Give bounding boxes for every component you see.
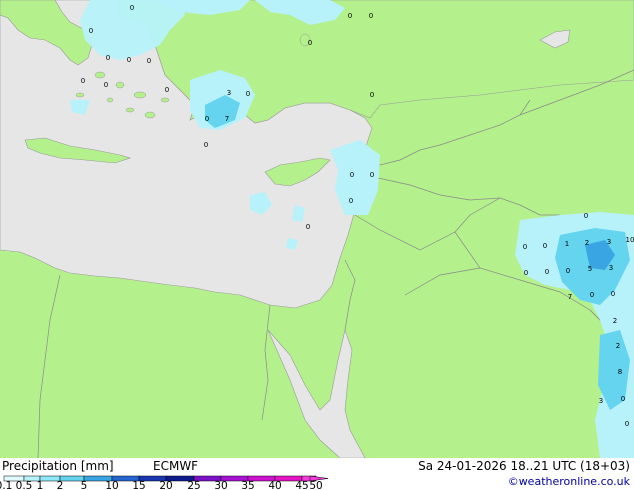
scale-tick-label: 25 xyxy=(187,480,200,490)
map-value: 0 xyxy=(621,395,625,403)
map-value: 0 xyxy=(308,39,312,47)
precip-color-scale: 0.10.5125101520253035404550 xyxy=(0,475,329,490)
map-value: 2 xyxy=(613,317,617,325)
scale-tick-label: 0.5 xyxy=(16,480,33,490)
color-scale-ticks: 0.10.5125101520253035404550 xyxy=(0,480,323,490)
map-value: 0 xyxy=(543,242,547,250)
map-value: 0 xyxy=(370,91,374,99)
map-value: 0 xyxy=(625,420,629,428)
map-value: 3 xyxy=(609,264,613,272)
map-value: 0 xyxy=(370,171,374,179)
model-name: ECMWF xyxy=(153,459,199,473)
map-value: 0 xyxy=(584,212,588,220)
scale-tick-label: 35 xyxy=(241,480,254,490)
map-value: 0 xyxy=(348,12,352,20)
map-value: 10 xyxy=(626,236,634,244)
scale-tick-label: 50 xyxy=(309,480,322,490)
scale-tick-label: 2 xyxy=(57,480,64,490)
map-value: 0 xyxy=(165,86,169,94)
map-value: 8 xyxy=(618,368,622,376)
scale-tick-label: 10 xyxy=(105,480,118,490)
map-value: 3 xyxy=(227,89,231,97)
map-value: 5 xyxy=(588,265,592,273)
scale-tick-label: 1 xyxy=(37,480,44,490)
map-value: 0 xyxy=(590,291,594,299)
map-value: 3 xyxy=(607,238,611,246)
scale-tick-label: 40 xyxy=(268,480,281,490)
map-value: 7 xyxy=(568,293,572,301)
scale-tick-label: 15 xyxy=(132,480,145,490)
map-value: 1 xyxy=(565,240,569,248)
map-value: 0 xyxy=(205,115,209,123)
map-title: Precipitation [mm] xyxy=(2,459,114,473)
map-value: 0 xyxy=(246,90,250,98)
map-value: 0 xyxy=(349,197,353,205)
map-value: 0 xyxy=(127,56,131,64)
map-value: 0 xyxy=(81,77,85,85)
scale-tick-label: 0.1 xyxy=(0,480,12,490)
map-value: 0 xyxy=(89,27,93,35)
map-value: 0 xyxy=(130,4,134,12)
map-value: 0 xyxy=(104,81,108,89)
map-value: 0 xyxy=(204,141,208,149)
precipitation-map[interactable]: 0 0 0 0 0 0 0 0 0 0 0 3 0 0 7 0 0 0 0 0 … xyxy=(0,0,634,458)
forecast-datetime: Sa 24-01-2026 18..21 UTC (18+03) xyxy=(418,459,630,473)
map-value: 2 xyxy=(585,239,589,247)
map-value: 0 xyxy=(369,12,373,20)
map-value: 0 xyxy=(147,57,151,65)
map-footer: Precipitation [mm] ECMWF Sa 24-01-2026 1… xyxy=(0,458,634,490)
map-value: 7 xyxy=(225,115,229,123)
scale-tick-label: 45 xyxy=(295,480,308,490)
map-value: 0 xyxy=(611,290,615,298)
map-value: 0 xyxy=(523,243,527,251)
weather-map-view: 0 0 0 0 0 0 0 0 0 0 0 3 0 0 7 0 0 0 0 0 … xyxy=(0,0,634,490)
map-value: 0 xyxy=(306,223,310,231)
map-value: 0 xyxy=(524,269,528,277)
map-value: 2 xyxy=(616,342,620,350)
map-value: 0 xyxy=(545,268,549,276)
map-value: 0 xyxy=(106,54,110,62)
map-value: 0 xyxy=(350,171,354,179)
site-credit-link[interactable]: ©weatheronline.co.uk xyxy=(508,475,630,488)
scale-tick-label: 30 xyxy=(214,480,227,490)
scale-tick-label: 5 xyxy=(81,480,88,490)
map-value: 0 xyxy=(566,267,570,275)
map-value: 3 xyxy=(599,397,603,405)
scale-tick-label: 20 xyxy=(159,480,172,490)
